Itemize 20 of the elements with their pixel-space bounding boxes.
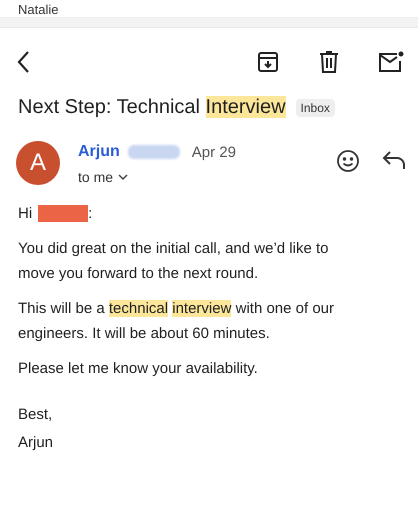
body-paragraph: You did great on the initial call, and we’d like to move you forward to the next round. <box>18 239 330 284</box>
body-paragraph: Please let me know your availability. <box>18 359 259 379</box>
sender-name: Arjun <box>78 143 120 161</box>
recipient-dropdown[interactable]: to me <box>78 169 130 185</box>
signature-line: Best, <box>18 405 54 425</box>
sender-name: Natalie <box>18 3 58 17</box>
delete-icon[interactable] <box>318 50 340 74</box>
greeting: Hi <box>18 204 32 224</box>
email-date: Apr 29 <box>192 144 236 160</box>
archive-icon[interactable] <box>256 50 280 74</box>
inbox-label: Inbox <box>296 98 335 116</box>
emoji-icon[interactable] <box>336 149 360 173</box>
email-subject: Next Step: Technical Interview <box>18 96 286 119</box>
unread-mail-icon[interactable] <box>378 51 404 73</box>
chevron-icon <box>117 173 130 181</box>
back-icon[interactable] <box>16 50 30 74</box>
body-paragraph: This will be a technical interview with one of our engineers. It will be about 60 minutes. <box>18 299 335 344</box>
greeting-punctuation: : <box>88 204 92 224</box>
avatar: A <box>16 141 60 185</box>
signature-line: Arjun <box>18 433 54 453</box>
